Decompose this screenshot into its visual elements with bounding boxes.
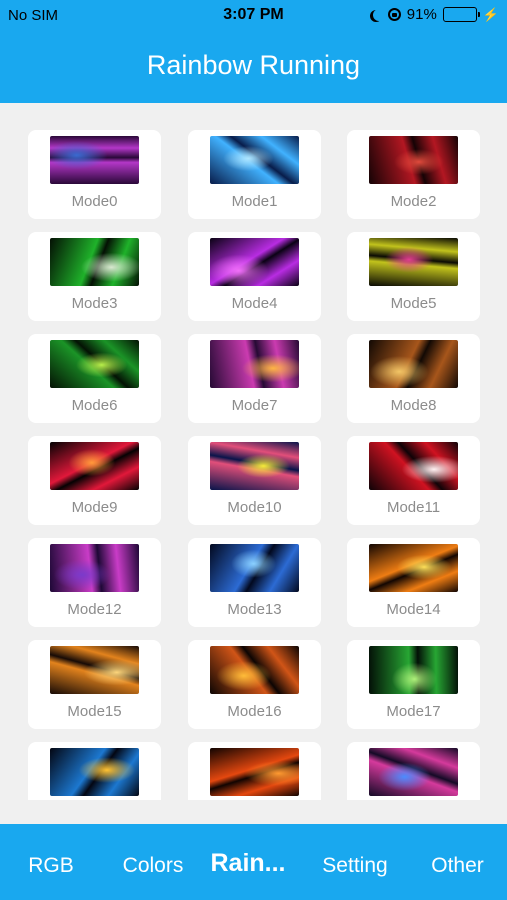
mode-thumbnail xyxy=(50,646,139,694)
mode-thumbnail xyxy=(50,442,139,490)
mode-thumbnail xyxy=(210,136,299,184)
mode-label: Mode16 xyxy=(227,703,282,720)
mode-card[interactable]: Mode13 xyxy=(188,538,321,627)
mode-label: Mode1 xyxy=(231,193,278,210)
mode-card[interactable]: Mode10 xyxy=(188,436,321,525)
mode-label: Mode11 xyxy=(386,499,441,516)
mode-card[interactable]: Mode16 xyxy=(188,640,321,729)
mode-thumbnail xyxy=(369,136,458,184)
mode-card[interactable]: Mode5 xyxy=(347,232,480,321)
tab-rgb[interactable]: RGB xyxy=(0,824,102,900)
tab-setting[interactable]: Setting xyxy=(300,824,410,900)
page-title: Rainbow Running xyxy=(146,50,361,80)
mode-card[interactable]: Mode15 xyxy=(28,640,161,729)
mode-grid[interactable]: Mode0 Mode1 Mode2 Mode3 Mode4 Mode5 Mode6 Mode7… xyxy=(0,103,507,800)
mode-label: Mode12 xyxy=(67,601,122,618)
mode-thumbnail xyxy=(369,340,458,388)
mode-thumbnail xyxy=(50,238,139,286)
charging-icon: ⚡ xyxy=(482,6,499,22)
battery-icon xyxy=(442,7,480,22)
mode-thumbnail xyxy=(50,748,139,796)
mode-thumbnail xyxy=(210,646,299,694)
mode-label: Mode9 xyxy=(71,499,118,516)
mode-card[interactable] xyxy=(28,742,161,800)
mode-card[interactable]: Mode2 xyxy=(347,130,480,219)
mode-card[interactable]: Mode12 xyxy=(28,538,161,627)
mode-label: Mode2 xyxy=(390,193,437,210)
mode-label: Mode0 xyxy=(71,193,118,210)
mode-card[interactable]: Mode17 xyxy=(347,640,480,729)
battery-percent: 91% xyxy=(406,6,437,23)
mode-card[interactable]: Mode11 xyxy=(347,436,480,525)
mode-thumbnail xyxy=(369,748,458,796)
mode-card[interactable]: Mode9 xyxy=(28,436,161,525)
mode-thumbnail xyxy=(369,646,458,694)
mode-label: Mode6 xyxy=(71,397,118,414)
mode-label: Mode14 xyxy=(386,601,441,618)
mode-card[interactable]: Mode8 xyxy=(347,334,480,423)
mode-card[interactable]: Mode1 xyxy=(188,130,321,219)
mode-card[interactable]: Mode4 xyxy=(188,232,321,321)
mode-thumbnail xyxy=(369,238,458,286)
mode-thumbnail xyxy=(50,544,139,592)
mode-card[interactable]: Mode3 xyxy=(28,232,161,321)
mode-label: Mode13 xyxy=(227,601,282,618)
tab-other[interactable]: Other xyxy=(408,824,507,900)
mode-thumbnail xyxy=(210,544,299,592)
mode-thumbnail xyxy=(210,238,299,286)
status-right: 91% ⚡ xyxy=(370,6,499,23)
orientation-lock-icon xyxy=(387,8,401,21)
mode-label: Mode10 xyxy=(227,499,282,516)
mode-thumbnail xyxy=(210,340,299,388)
mode-thumbnail xyxy=(210,442,299,490)
mode-thumbnail xyxy=(210,748,299,796)
status-bar: No SIM 3:07 PM 91% ⚡ xyxy=(0,0,507,32)
mode-label: Mode8 xyxy=(390,397,437,414)
mode-thumbnail xyxy=(50,340,139,388)
tab-rain[interactable]: Rain... xyxy=(198,824,298,900)
tab-bar: RGB Colors Rain... Setting Other xyxy=(0,824,507,900)
mode-card[interactable]: Mode0 xyxy=(28,130,161,219)
mode-card[interactable] xyxy=(188,742,321,800)
mode-card[interactable]: Mode6 xyxy=(28,334,161,423)
mode-thumbnail xyxy=(50,136,139,184)
mode-label: Mode17 xyxy=(386,703,441,720)
mode-label: Mode5 xyxy=(390,295,437,312)
moon-icon xyxy=(373,9,385,21)
mode-card[interactable] xyxy=(347,742,480,800)
tab-colors[interactable]: Colors xyxy=(102,824,204,900)
mode-label: Mode7 xyxy=(231,397,278,414)
mode-card[interactable]: Mode7 xyxy=(188,334,321,423)
mode-thumbnail xyxy=(369,442,458,490)
mode-label: Mode3 xyxy=(71,295,118,312)
mode-card[interactable]: Mode14 xyxy=(347,538,480,627)
mode-label: Mode15 xyxy=(67,703,122,720)
mode-label: Mode4 xyxy=(231,295,278,312)
mode-thumbnail xyxy=(369,544,458,592)
nav-header: Rainbow Running xyxy=(0,32,507,103)
